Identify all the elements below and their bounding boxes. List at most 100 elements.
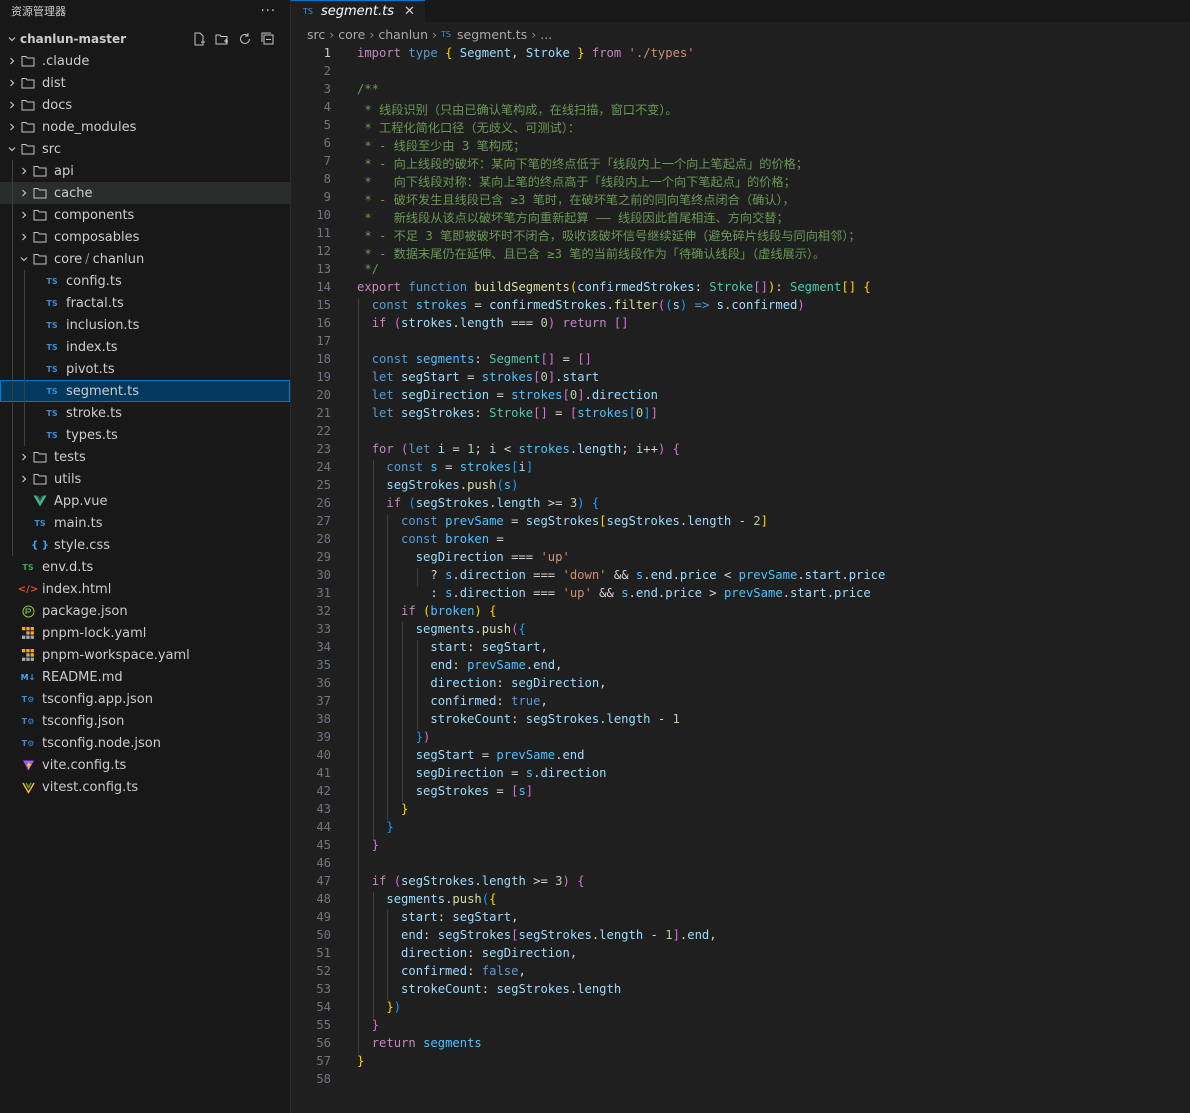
code-line[interactable]: * 新线段从该点以破坏笔方向重新起算 —— 线段因此首尾相连、方向交替； xyxy=(357,208,788,226)
code-line[interactable]: if (segStrokes.length >= 3) { xyxy=(357,874,585,888)
code-line[interactable]: * - 向上线段的破坏：某向下笔的终点低于「线段内上一个向上笔起点」的价格； xyxy=(357,154,808,172)
tree-folder[interactable]: api xyxy=(0,160,290,182)
code-line[interactable]: * - 数据末尾仍在延伸、且已含 ≥3 笔的当前线段作为「待确认线段」（虚线展示… xyxy=(357,244,825,262)
tree-file[interactable]: vite.config.ts xyxy=(0,754,290,776)
code-line[interactable]: import type { Segment, Stroke } from './… xyxy=(357,46,695,60)
tree-file[interactable]: TS fractal.ts xyxy=(0,292,290,314)
tree-file[interactable]: TS main.ts xyxy=(0,512,290,534)
code-line[interactable]: if (broken) { xyxy=(357,604,496,618)
tree-folder[interactable]: tests xyxy=(0,446,290,468)
tree-file[interactable]: { } style.css xyxy=(0,534,290,556)
tree-folder[interactable]: .claude xyxy=(0,50,290,72)
tab-segment-ts[interactable]: TS segment.ts ✕ xyxy=(291,0,425,22)
tree-file[interactable]: T⚙ tsconfig.json xyxy=(0,710,290,732)
code-line[interactable]: const prevSame = segStrokes[segStrokes.l… xyxy=(357,514,768,528)
code-line[interactable]: segDirection = s.direction xyxy=(357,766,607,780)
code-line[interactable]: confirmed: false, xyxy=(357,964,526,978)
more-actions-icon[interactable]: ··· xyxy=(261,4,276,19)
code-line[interactable]: } xyxy=(357,1018,379,1032)
code-line[interactable]: } xyxy=(357,838,379,852)
code-line[interactable]: start: segStart, xyxy=(357,910,518,924)
breadcrumb-file[interactable]: segment.ts xyxy=(457,27,527,42)
new-file-icon[interactable] xyxy=(191,31,207,47)
tree-folder[interactable]: core / chanlun xyxy=(0,248,290,270)
code-line[interactable]: }) xyxy=(357,1000,401,1014)
code-line[interactable]: segStart = prevSame.end xyxy=(357,748,585,762)
code-line[interactable]: segStrokes.push(s) xyxy=(357,478,518,492)
code-line[interactable]: : s.direction === 'up' && s.end.price > … xyxy=(357,586,870,600)
tree-folder[interactable]: components xyxy=(0,204,290,226)
code-line[interactable]: * 工程化简化口径（无歧义、可测试）： xyxy=(357,118,580,136)
workspace-root[interactable]: chanlun-master xyxy=(0,28,290,50)
tree-folder[interactable]: docs xyxy=(0,94,290,116)
breadcrumb-src[interactable]: src xyxy=(307,27,325,42)
tree-file[interactable]: TS segment.ts xyxy=(0,380,290,402)
new-folder-icon[interactable] xyxy=(214,31,230,47)
tree-file[interactable]: TS pivot.ts xyxy=(0,358,290,380)
code-line[interactable]: strokeCount: segStrokes.length - 1 xyxy=(357,712,680,726)
tree-file[interactable]: vitest.config.ts xyxy=(0,776,290,798)
tree-file[interactable]: TS inclusion.ts xyxy=(0,314,290,336)
code-line[interactable]: let segDirection = strokes[0].direction xyxy=(357,388,658,402)
code-line[interactable]: * - 线段至少由 3 笔构成； xyxy=(357,136,525,154)
tree-folder[interactable]: src xyxy=(0,138,290,160)
code-line[interactable]: export function buildSegments(confirmedS… xyxy=(357,280,871,294)
code-line[interactable]: segDirection === 'up' xyxy=(357,550,570,564)
code-line[interactable]: ? s.direction === 'down' && s.end.price … xyxy=(357,568,885,582)
refresh-icon[interactable] xyxy=(237,31,253,47)
breadcrumb-chanlun[interactable]: chanlun xyxy=(378,27,428,42)
tree-file[interactable]: TS config.ts xyxy=(0,270,290,292)
code-line[interactable]: const broken = xyxy=(357,532,504,546)
code-line[interactable]: * - 不足 3 笔即被破坏时不闭合，吸收该破坏信号继续延伸（避免碎片线段与同向… xyxy=(357,226,860,244)
code-line[interactable]: let segStrokes: Stroke[] = [strokes[0]] xyxy=(357,406,658,420)
tree-folder[interactable]: node_modules xyxy=(0,116,290,138)
tree-file[interactable]: TS index.ts xyxy=(0,336,290,358)
close-icon[interactable]: ✕ xyxy=(404,4,415,19)
tree-folder[interactable]: cache xyxy=(0,182,290,204)
collapse-all-icon[interactable] xyxy=(260,31,276,47)
code-line[interactable]: segments.push({ xyxy=(357,622,526,636)
tree-file[interactable]: package.json xyxy=(0,600,290,622)
tree-file[interactable]: TS env.d.ts xyxy=(0,556,290,578)
code-line[interactable]: const segments: Segment[] = [] xyxy=(357,352,592,366)
tree-file[interactable]: TS stroke.ts xyxy=(0,402,290,424)
code-line[interactable]: * 向下线段对称：某向上笔的终点高于「线段内上一个向下笔起点」的价格； xyxy=(357,172,796,190)
tree-file[interactable]: T⚙ tsconfig.app.json xyxy=(0,688,290,710)
code-line[interactable]: * - 破坏发生且线段已含 ≥3 笔时，在破坏笔之前的同向笔终点闭合（确认）， xyxy=(357,190,794,208)
breadcrumb-core[interactable]: core xyxy=(338,27,365,42)
code-line[interactable]: } xyxy=(357,802,408,816)
code-line[interactable]: for (let i = 1; i < strokes.length; i++)… xyxy=(357,442,680,456)
tree-file[interactable]: T⚙ tsconfig.node.json xyxy=(0,732,290,754)
tree-file[interactable]: M↓ README.md xyxy=(0,666,290,688)
tree-folder[interactable]: dist xyxy=(0,72,290,94)
code-line[interactable]: segments.push({ xyxy=(357,892,496,906)
code-line[interactable]: if (strokes.length === 0) return [] xyxy=(357,316,629,330)
code-line[interactable]: direction: segDirection, xyxy=(357,946,577,960)
code-line[interactable]: /** xyxy=(357,82,379,96)
code-line[interactable]: if (segStrokes.length >= 3) { xyxy=(357,496,599,510)
code-line[interactable]: end: segStrokes[segStrokes.length - 1].e… xyxy=(357,928,717,942)
code-line[interactable]: return segments xyxy=(357,1036,482,1050)
tree-file[interactable]: pnpm-lock.yaml xyxy=(0,622,290,644)
code-line[interactable]: strokeCount: segStrokes.length xyxy=(357,982,621,996)
code-line[interactable]: const s = strokes[i] xyxy=(357,460,533,474)
code-line[interactable]: let segStart = strokes[0].start xyxy=(357,370,600,384)
code-line[interactable]: } xyxy=(357,1054,364,1068)
code-line[interactable]: * 线段识别（只由已确认笔构成，在线扫描，窗口不变）。 xyxy=(357,100,677,118)
code-token: === xyxy=(525,586,563,600)
code-line[interactable]: direction: segDirection, xyxy=(357,676,606,690)
code-line[interactable]: const strokes = confirmedStrokes.filter (… xyxy=(357,298,805,312)
code-line[interactable]: start: segStart, xyxy=(357,640,547,654)
code-line[interactable]: confirmed: true, xyxy=(357,694,547,708)
tree-file[interactable]: App.vue xyxy=(0,490,290,512)
tree-folder[interactable]: utils xyxy=(0,468,290,490)
tree-file[interactable]: TS types.ts xyxy=(0,424,290,446)
tree-folder[interactable]: composables xyxy=(0,226,290,248)
breadcrumb-symbol[interactable]: ... xyxy=(540,27,552,42)
code-line[interactable]: }) xyxy=(357,730,431,744)
tree-file[interactable]: </> index.html xyxy=(0,578,290,600)
code-line[interactable]: } xyxy=(357,820,393,834)
tree-file[interactable]: pnpm-workspace.yaml xyxy=(0,644,290,666)
code-line[interactable]: */ xyxy=(357,262,379,276)
code-line[interactable]: segStrokes = [s] xyxy=(357,784,533,798)
